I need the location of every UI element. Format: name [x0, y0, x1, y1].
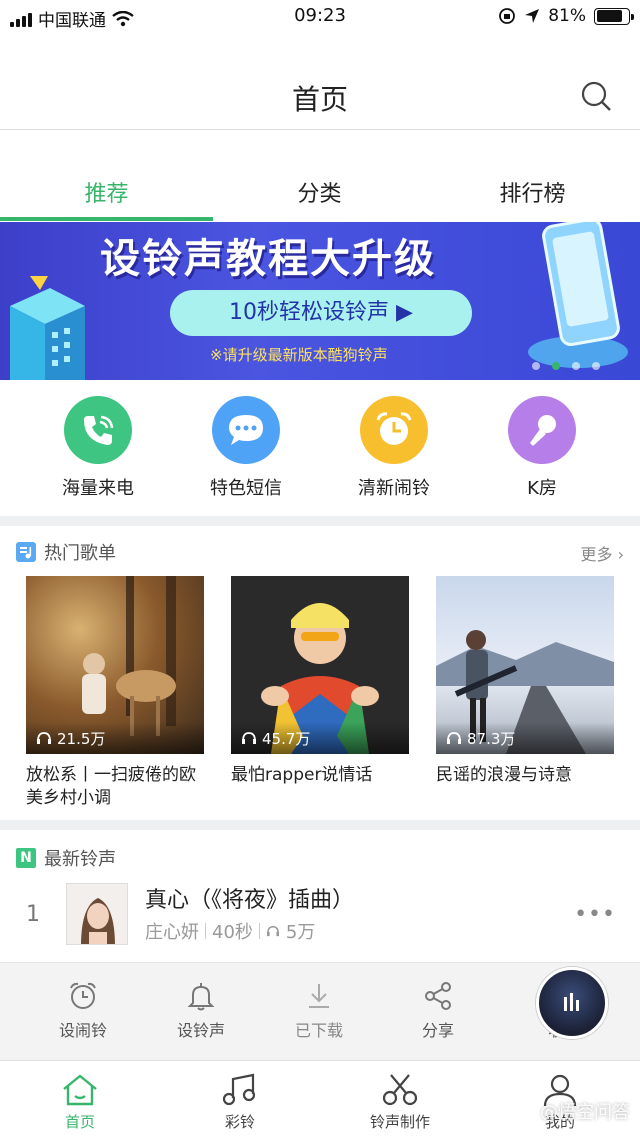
nav-ringtone-maker[interactable]: 铃声制作 [340, 1073, 460, 1132]
feature-label: K房 [527, 478, 557, 499]
share-icon [425, 982, 451, 1010]
feature-label: 海量来电 [62, 478, 134, 499]
more-link[interactable]: 更多 › [581, 541, 625, 565]
promo-banner[interactable]: 设铃声教程大升级 10秒轻松设铃声 ▶ ※请升级最新版本酷狗铃声 [0, 222, 640, 380]
playlist-cover: 21.5万 [26, 576, 204, 754]
phone-icon [64, 396, 132, 464]
microphone-icon [508, 396, 576, 464]
battery-icon [594, 7, 634, 25]
playlist-name: 放松系丨一扫疲倦的欧美乡村小调 [26, 765, 196, 808]
feature-k-room[interactable]: K房 [482, 396, 602, 500]
location-icon [525, 9, 540, 23]
playlist-cover: 87.3万 [436, 576, 614, 754]
play-count: 21.5万 [26, 722, 204, 754]
duration: 40秒 [212, 922, 253, 943]
more-label: 更多 [580, 545, 613, 564]
play-count: 87.3万 [436, 722, 614, 754]
rank-number: 1 [26, 902, 40, 927]
tab-recommend[interactable]: 推荐 [0, 176, 213, 208]
watermark: @悟空问答 [540, 1102, 630, 1123]
tab-ranking[interactable]: 排行榜 [426, 176, 639, 208]
feature-sms[interactable]: 特色短信 [186, 396, 306, 500]
message-icon [212, 396, 280, 464]
section-title: 热门歌单 [44, 543, 116, 564]
battery-percent: 81% [548, 6, 586, 26]
banner-note: ※请升级最新版本酷狗铃声 [210, 346, 388, 364]
alarm-clock-icon [360, 396, 428, 464]
song-title: 真心（《将夜》插曲） [145, 888, 355, 913]
home-icon [63, 1074, 97, 1106]
section-title: 最新铃声 [44, 849, 116, 870]
ringtone-row[interactable]: 1 真心（《将夜》插曲） 庄心妍 40秒 5万 ••• [0, 880, 640, 950]
banner-cta-button[interactable]: 10秒轻松设铃声 ▶ [170, 290, 472, 336]
playlist-card[interactable]: 45.7万 最怕rapper说情话 [231, 576, 409, 787]
audio-wave-icon [564, 993, 579, 1011]
banner-title: 设铃声教程大升级 [100, 236, 436, 282]
download-icon [309, 984, 329, 1008]
headphones-icon [37, 732, 51, 744]
headphones-icon [447, 732, 461, 744]
playlist-card[interactable]: 21.5万 放松系丨一扫疲倦的欧美乡村小调 [26, 576, 204, 810]
alarm-icon [70, 982, 96, 1009]
nav-bar: 首页 [0, 34, 640, 130]
playlist-name: 最怕rapper说情话 [231, 765, 373, 785]
mini-player-button[interactable] [536, 967, 608, 1039]
playlist-card[interactable]: 87.3万 民谣的浪漫与诗意 [436, 576, 614, 787]
song-thumbnail [66, 883, 128, 945]
feature-label: 清新闹铃 [358, 478, 430, 499]
play-count: 45.7万 [231, 722, 409, 754]
tab-category[interactable]: 分类 [213, 176, 426, 208]
feature-shortcuts: 海量来电 特色短信 清新闹铃 K房 [0, 396, 640, 506]
more-options-icon[interactable]: ••• [574, 902, 616, 927]
playlist-cover: 45.7万 [231, 576, 409, 754]
downloaded-button[interactable]: 已下载 [269, 981, 369, 1041]
playlist-name: 民谣的浪漫与诗意 [436, 765, 572, 785]
bell-icon [187, 983, 215, 1011]
play-count: 5万 [285, 922, 316, 943]
building-illustration [10, 276, 85, 380]
feature-label: 特色短信 [210, 478, 282, 499]
artist-name: 庄心妍 [145, 922, 199, 943]
nav-home[interactable]: 首页 [20, 1073, 140, 1132]
ringtone-action-bar: 设闹铃 设铃声 已下载 分享 收 [0, 962, 640, 1060]
set-ringtone-button[interactable]: 设铃声 [151, 981, 251, 1041]
status-bar: 中国联通 09:23 81% [0, 0, 640, 34]
headphones-icon [266, 925, 279, 937]
headphones-icon [242, 732, 256, 744]
new-badge-icon: N [16, 848, 36, 868]
banner-pagination [532, 362, 600, 370]
feature-incoming-call[interactable]: 海量来电 [38, 396, 158, 500]
rotation-lock-icon [499, 8, 516, 24]
song-meta: 庄心妍 40秒 5万 [145, 918, 315, 944]
section-divider [0, 820, 640, 830]
feature-alarm[interactable]: 清新闹铃 [334, 396, 454, 500]
page-title: 首页 [291, 83, 348, 116]
playlist-icon [16, 542, 36, 562]
newest-ringtones-header: N 最新铃声 [16, 846, 116, 870]
hot-playlists-header: 热门歌单 [16, 540, 116, 564]
section-divider [0, 516, 640, 526]
top-tabs: 推荐 分类 排行榜 [0, 130, 640, 222]
tab-underline [0, 217, 213, 221]
search-icon[interactable] [580, 80, 612, 112]
music-note-icon [222, 1073, 256, 1106]
phone-illustration [528, 222, 628, 368]
scissors-icon [382, 1074, 418, 1106]
set-alarm-button[interactable]: 设闹铃 [33, 981, 133, 1041]
nav-color-ring[interactable]: 彩铃 [180, 1073, 300, 1132]
share-button[interactable]: 分享 [388, 981, 488, 1041]
